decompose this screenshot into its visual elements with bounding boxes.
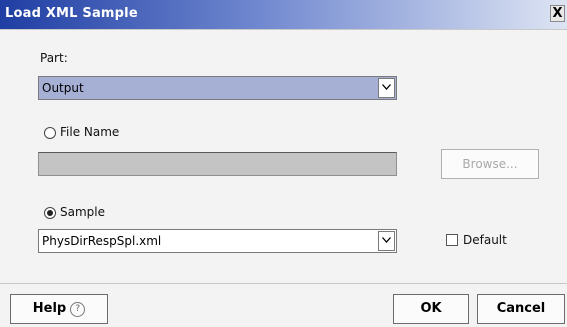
file-name-label: File Name (60, 125, 120, 139)
part-label: Part: (40, 51, 68, 65)
dialog-title: Load XML Sample (5, 6, 138, 21)
footer-divider (0, 283, 567, 284)
help-icon: ? (70, 302, 86, 317)
close-button[interactable]: X (550, 5, 565, 22)
cancel-button[interactable]: Cancel (477, 294, 565, 324)
chevron-down-icon[interactable] (378, 78, 395, 98)
title-bar[interactable]: Load XML Sample X (0, 0, 567, 29)
default-checkbox[interactable] (446, 234, 458, 246)
load-xml-sample-dialog: Load XML Sample X Part: Output File Name… (0, 0, 567, 327)
sample-select[interactable]: PhysDirRespSpl.xml (38, 229, 397, 253)
help-label: Help (32, 301, 67, 316)
browse-button: Browse... (441, 149, 539, 179)
divider (0, 29, 567, 30)
chevron-down-icon[interactable] (378, 231, 395, 251)
default-label: Default (463, 233, 507, 247)
sample-label: Sample (60, 205, 105, 219)
file-name-radio[interactable] (44, 127, 56, 139)
help-button[interactable]: Help? (10, 294, 108, 324)
file-name-field (38, 152, 397, 176)
ok-button[interactable]: OK (393, 294, 469, 324)
part-select-value: Output (42, 81, 84, 95)
sample-select-value: PhysDirRespSpl.xml (42, 234, 162, 248)
sample-radio[interactable] (44, 207, 56, 219)
part-select[interactable]: Output (38, 76, 397, 100)
radio-selected-dot (47, 210, 53, 216)
